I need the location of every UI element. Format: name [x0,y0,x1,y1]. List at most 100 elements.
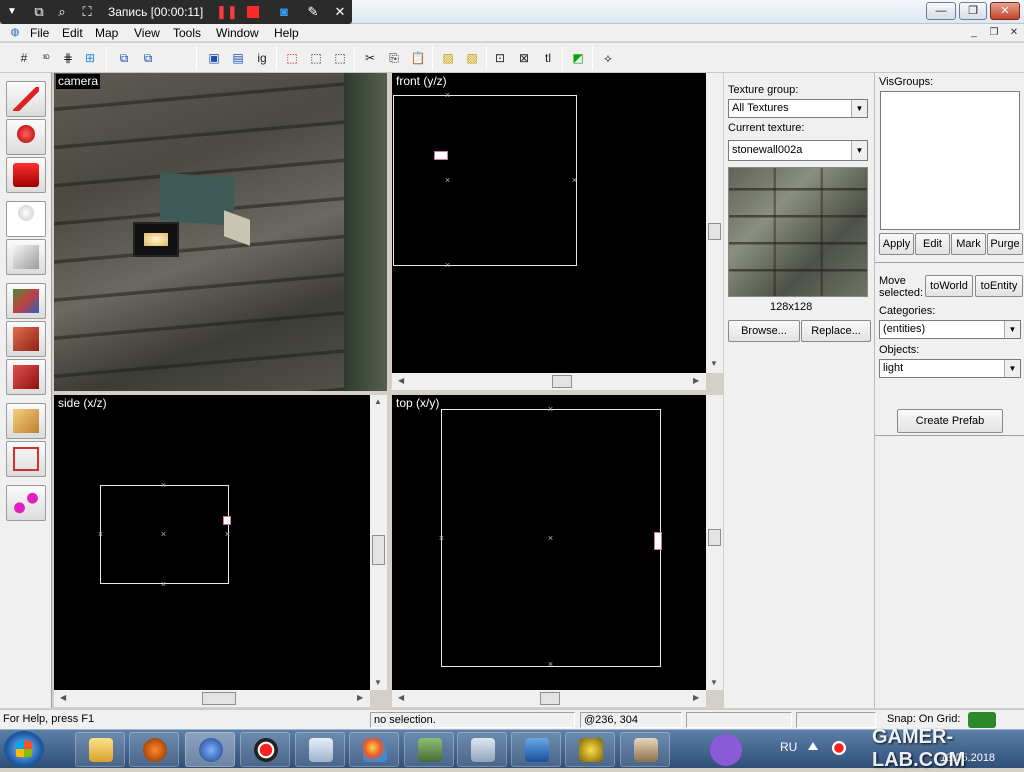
texture-lock-button[interactable]: tl [538,48,558,68]
close-button[interactable]: ✕ [990,2,1020,20]
group-icon[interactable]: ▣ [204,48,224,68]
create-prefab-button[interactable]: Create Prefab [897,409,1003,433]
taskbar-hammer[interactable] [185,732,235,767]
front-horizontal-scrollbar[interactable]: ◀ ▶ [392,373,706,390]
current-texture-select[interactable]: stonewall002a ▼ [728,140,868,161]
taskbar-steam-tools[interactable] [457,732,507,767]
menu-tools[interactable]: Tools [173,25,201,41]
pause-icon[interactable]: ❚❚ [216,3,238,21]
mdi-restore-icon[interactable]: ❐ [986,26,1002,40]
grid-icon[interactable]: # [14,48,34,68]
copy-icon[interactable]: ⎘ [384,48,404,68]
clipping-tool[interactable] [6,403,46,439]
clip-icon[interactable]: ◩ [568,48,588,68]
taskbar-half-life[interactable] [129,732,179,767]
path-tool[interactable] [6,485,46,521]
front-viewport[interactable]: front (y/z) × × × × [392,73,706,373]
menu-file[interactable]: File [30,25,49,41]
maximize-button[interactable]: ❐ [959,2,987,20]
texture-application-tool[interactable] [6,283,46,319]
3d-grid-icon[interactable]: ³ᴰ [36,48,56,68]
pencil-icon[interactable]: ✎ [304,3,322,21]
mdi-close-icon[interactable]: ✕ [1006,26,1022,40]
purge-button[interactable]: Purge [987,233,1023,255]
vertex-tool[interactable] [6,441,46,477]
region-icon[interactable]: ⛶ [78,3,96,21]
paste-icon[interactable]: 📋 [408,48,428,68]
to-world-button[interactable]: toWorld [925,275,973,297]
light-entity-marker[interactable] [654,532,662,550]
taskbar-converter[interactable] [565,732,615,767]
close-icon[interactable]: ✕ [332,3,348,21]
selection-tool[interactable] [6,81,46,117]
side-vertical-scrollbar[interactable]: ▲ ▼ [370,395,387,690]
edit-button[interactable]: Edit [915,233,950,255]
menu-window[interactable]: Window [216,25,259,41]
chevron-down-icon[interactable]: ▼ [851,141,867,160]
browse-button[interactable]: Browse... [728,320,800,342]
replace-button[interactable]: Replace... [801,320,871,342]
language-indicator[interactable]: RU [780,740,797,754]
tray-record-icon[interactable] [832,741,846,755]
side-viewport[interactable]: side (x/z) × × × × × [54,395,370,690]
apply-current-texture-tool[interactable] [6,321,46,357]
camera-viewport[interactable]: camera [54,73,387,391]
save-window-state-icon[interactable]: ⧉ [138,48,158,68]
taskbar-wad-editor[interactable] [404,732,454,767]
tray-expand-icon[interactable] [808,742,818,750]
apply-button[interactable]: Apply [879,233,914,255]
minimize-button[interactable]: — [926,2,956,20]
menu-edit[interactable]: Edit [62,25,83,41]
app-globe-icon[interactable]: ◍ [7,26,23,40]
make-hollow-icon[interactable]: ▧ [462,48,482,68]
mdi-minimize-icon[interactable]: _ [966,26,982,40]
light-entity-marker[interactable] [223,516,231,525]
ignore-groups-button[interactable]: ig [252,48,272,68]
front-vertical-scrollbar[interactable]: ▼ [706,73,723,373]
taskbar-explorer[interactable] [75,732,125,767]
side-horizontal-scrollbar[interactable]: ◀ ▶ [54,690,370,707]
block-tool[interactable] [6,239,46,275]
top-vertical-scrollbar[interactable]: ▼ [706,395,723,690]
entity-tool[interactable] [6,201,46,237]
top-horizontal-scrollbar[interactable]: ◀ ▶ [392,690,706,707]
microphone-icon[interactable] [710,734,742,766]
to-entity-button[interactable]: toEntity [975,275,1023,297]
camera-icon[interactable]: ◙ [274,3,294,21]
top-viewport[interactable]: top (x/y) × × × × [392,395,706,690]
carve-icon[interactable]: ▨ [438,48,458,68]
dropdown-icon[interactable]: ▼ [4,3,20,21]
load-window-state-icon[interactable]: ⧉ [114,48,134,68]
show-hidden-icon[interactable]: ⬚ [330,48,350,68]
menu-help[interactable]: Help [274,25,299,41]
chevron-down-icon[interactable]: ▼ [1004,321,1020,338]
ungroup-icon[interactable]: ▤ [228,48,248,68]
categories-select[interactable]: (entities) ▼ [879,320,1021,339]
start-button[interactable] [4,731,44,767]
hide-selected-icon[interactable]: ⬚ [282,48,302,68]
entity-report-icon[interactable]: ⟡ [598,48,618,68]
camera-tool[interactable] [6,157,46,193]
magnify-tool[interactable] [6,119,46,155]
texture-lock-icon[interactable]: ⊠ [514,48,534,68]
hide-unselected-icon[interactable]: ⬚ [306,48,326,68]
taskbar-paint[interactable] [349,732,399,767]
texture-group-select[interactable]: All Textures ▼ [728,99,868,118]
decal-tool[interactable] [6,359,46,395]
taskbar-recorder[interactable] [240,732,290,767]
taskbar-network[interactable] [511,732,561,767]
group-ignore-icon[interactable]: ⊡ [490,48,510,68]
grid-larger-icon[interactable]: ⊞ [80,48,100,68]
cut-icon[interactable]: ✂ [360,48,380,68]
chevron-down-icon[interactable]: ▼ [851,100,867,117]
window-icon[interactable]: ⧉ [30,3,48,21]
light-entity-marker[interactable] [434,151,448,160]
taskbar-calculator[interactable] [295,732,345,767]
taskbar-settings[interactable] [620,732,670,767]
search-icon[interactable]: ⌕ [53,3,71,21]
menu-map[interactable]: Map [95,25,118,41]
mark-button[interactable]: Mark [951,233,986,255]
visgroups-list[interactable] [880,91,1020,230]
objects-select[interactable]: light ▼ [879,359,1021,378]
chevron-down-icon[interactable]: ▼ [1004,360,1020,377]
